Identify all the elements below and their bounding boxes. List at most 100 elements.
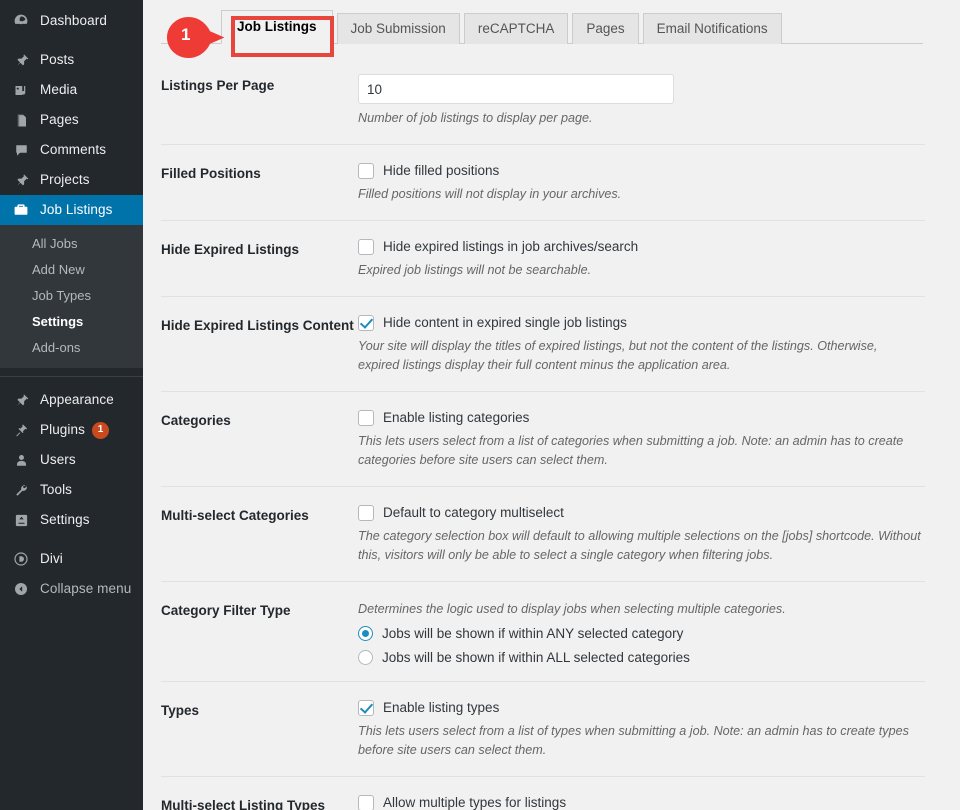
- enable-listing-categories-checkbox[interactable]: [358, 410, 374, 426]
- setting-row-categories: Categories Enable listing categories Thi…: [161, 392, 925, 487]
- submenu-item-add-new[interactable]: Add New: [0, 257, 143, 283]
- setting-row-types: Types Enable listing types This lets use…: [161, 682, 925, 777]
- sidebar-item-posts[interactable]: Posts: [0, 45, 143, 75]
- admin-sidebar: Dashboard Posts Media Pages Commen: [0, 0, 143, 810]
- comments-icon: [11, 140, 31, 160]
- sidebar-item-comments[interactable]: Comments: [0, 135, 143, 165]
- annotation-marker-number: 1: [181, 25, 190, 45]
- sidebar-item-label: Appearance: [40, 385, 114, 415]
- sidebar-item-pages[interactable]: Pages: [0, 105, 143, 135]
- setting-row-category-filter-type: Category Filter Type Determines the logi…: [161, 582, 925, 682]
- checkbox-line[interactable]: Hide filled positions: [358, 162, 925, 180]
- sidebar-item-settings[interactable]: Settings: [0, 505, 143, 535]
- hide-expired-listings-checkbox[interactable]: [358, 239, 374, 255]
- setting-field: Hide filled positions Filled positions w…: [358, 162, 925, 204]
- enable-listing-types-checkbox[interactable]: [358, 700, 374, 716]
- submenu-item-job-types[interactable]: Job Types: [0, 283, 143, 309]
- sidebar-item-label: Tools: [40, 475, 72, 505]
- sidebar-item-plugins[interactable]: Plugins 1: [0, 415, 143, 445]
- setting-row-filled-positions: Filled Positions Hide filled positions F…: [161, 145, 925, 221]
- setting-label: Multi-select Categories: [161, 504, 358, 525]
- sidebar-item-divi[interactable]: Divi: [0, 544, 143, 574]
- tab-email-notifications[interactable]: Email Notifications: [643, 13, 782, 44]
- setting-row-listings-per-page: Listings Per Page Number of job listings…: [161, 57, 925, 145]
- sidebar-item-label: Collapse menu: [40, 574, 131, 604]
- setting-row-multiselect-listing-types: Multi-select Listing Types Allow multipl…: [161, 777, 925, 810]
- sidebar-item-media[interactable]: Media: [0, 75, 143, 105]
- sidebar-item-label: Plugins: [40, 415, 85, 445]
- submenu-item-all-jobs[interactable]: All Jobs: [0, 231, 143, 257]
- setting-row-multiselect-categories: Multi-select Categories Default to categ…: [161, 487, 925, 582]
- plugins-icon: [11, 420, 31, 440]
- checkbox-line[interactable]: Allow multiple types for listings: [358, 794, 925, 810]
- sidebar-item-dashboard[interactable]: Dashboard: [0, 6, 143, 36]
- annotation-marker-1: 1: [165, 16, 227, 60]
- sidebar-item-label: Users: [40, 445, 76, 475]
- setting-description: Expired job listings will not be searcha…: [358, 261, 921, 280]
- submenu-item-add-ons[interactable]: Add-ons: [0, 335, 143, 361]
- divi-icon: [11, 549, 31, 569]
- setting-label: Hide Expired Listings Content: [161, 314, 358, 335]
- allow-multiple-types-checkbox[interactable]: [358, 795, 374, 810]
- setting-field: Allow multiple types for listings This a…: [358, 794, 925, 810]
- sidebar-spacer: [0, 535, 143, 544]
- setting-label: Hide Expired Listings: [161, 238, 358, 259]
- media-icon: [11, 80, 31, 100]
- sidebar-item-label: Media: [40, 75, 77, 105]
- checkbox-line[interactable]: Hide expired listings in job archives/se…: [358, 238, 925, 256]
- setting-field: Hide content in expired single job listi…: [358, 314, 925, 375]
- setting-field: Hide expired listings in job archives/se…: [358, 238, 925, 280]
- setting-field: Enable listing categories This lets user…: [358, 409, 925, 470]
- checkbox-label: Enable listing types: [383, 699, 499, 717]
- checkbox-line[interactable]: Enable listing types: [358, 699, 925, 717]
- setting-description: Filled positions will not display in you…: [358, 185, 921, 204]
- hide-filled-positions-checkbox[interactable]: [358, 163, 374, 179]
- setting-description: The category selection box will default …: [358, 527, 921, 565]
- sidebar-item-users[interactable]: Users: [0, 445, 143, 475]
- settings-tab-bar: Job Listings Job Submission reCAPTCHA Pa…: [161, 11, 923, 44]
- checkbox-line[interactable]: Default to category multiselect: [358, 504, 925, 522]
- sidebar-item-label: Divi: [40, 544, 63, 574]
- default-category-multiselect-checkbox[interactable]: [358, 505, 374, 521]
- sidebar-item-appearance[interactable]: Appearance: [0, 385, 143, 415]
- sidebar-item-label: Pages: [40, 105, 79, 135]
- setting-field: Number of job listings to display per pa…: [358, 74, 925, 128]
- sidebar-collapse-menu[interactable]: Collapse menu: [0, 574, 143, 604]
- hide-expired-content-checkbox[interactable]: [358, 315, 374, 331]
- pages-icon: [11, 110, 31, 130]
- sidebar-item-label: Posts: [40, 45, 74, 75]
- radio-line-all[interactable]: Jobs will be shown if within ALL selecte…: [358, 650, 925, 665]
- appearance-icon: [11, 390, 31, 410]
- sidebar-spacer: [0, 36, 143, 45]
- collapse-icon: [11, 579, 31, 599]
- tab-recaptcha[interactable]: reCAPTCHA: [464, 13, 569, 44]
- sidebar-item-label: Dashboard: [40, 6, 107, 36]
- sidebar-divider: [0, 376, 143, 377]
- setting-label: Category Filter Type: [161, 599, 358, 620]
- submenu-item-settings[interactable]: Settings: [0, 309, 143, 335]
- setting-field: Determines the logic used to display job…: [358, 599, 925, 665]
- tab-job-submission[interactable]: Job Submission: [337, 13, 460, 44]
- checkbox-label: Hide expired listings in job archives/se…: [383, 238, 638, 256]
- checkbox-label: Default to category multiselect: [383, 504, 564, 522]
- category-filter-all-radio[interactable]: [358, 650, 373, 665]
- checkbox-label: Allow multiple types for listings: [383, 794, 566, 810]
- checkbox-label: Hide filled positions: [383, 162, 499, 180]
- tab-pages[interactable]: Pages: [572, 13, 638, 44]
- tab-job-listings[interactable]: Job Listings: [221, 10, 333, 44]
- setting-description: Your site will display the titles of exp…: [358, 337, 921, 375]
- checkbox-label: Hide content in expired single job listi…: [383, 314, 627, 332]
- setting-description: This lets users select from a list of ca…: [358, 432, 921, 470]
- category-filter-any-radio[interactable]: [358, 626, 373, 641]
- sidebar-item-label: Projects: [40, 165, 90, 195]
- sidebar-item-tools[interactable]: Tools: [0, 475, 143, 505]
- sidebar-item-projects[interactable]: Projects: [0, 165, 143, 195]
- radio-line-any[interactable]: Jobs will be shown if within ANY selecte…: [358, 626, 925, 641]
- setting-label: Filled Positions: [161, 162, 358, 183]
- checkbox-line[interactable]: Enable listing categories: [358, 409, 925, 427]
- sidebar-item-job-listings[interactable]: Job Listings: [0, 195, 143, 225]
- checkbox-label: Enable listing categories: [383, 409, 529, 427]
- users-icon: [11, 450, 31, 470]
- checkbox-line[interactable]: Hide content in expired single job listi…: [358, 314, 925, 332]
- listings-per-page-input[interactable]: [358, 74, 674, 104]
